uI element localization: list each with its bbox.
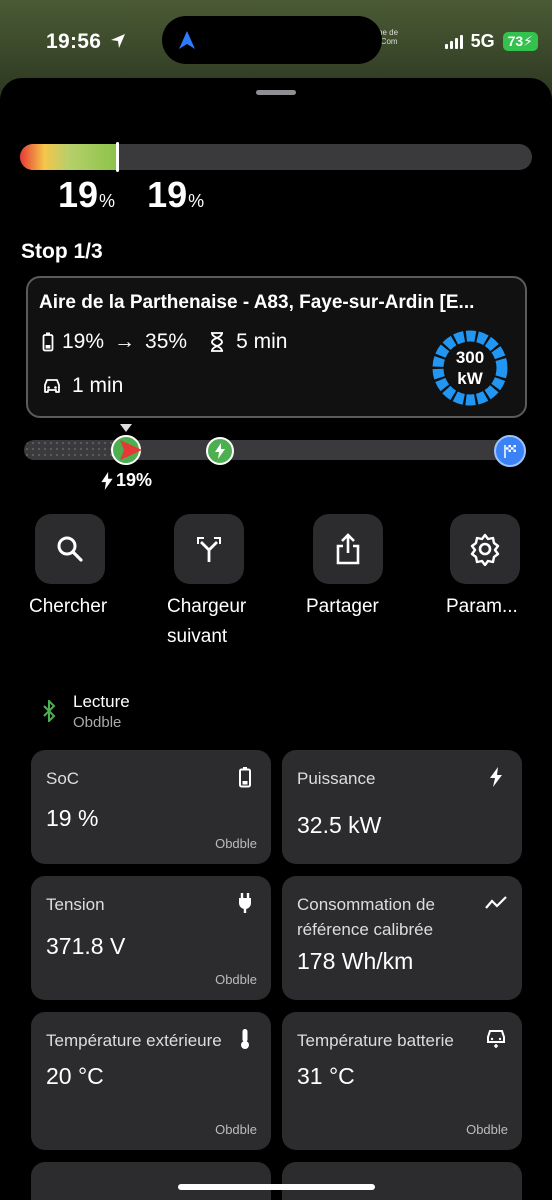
bolt-icon xyxy=(101,471,113,490)
battery-level: 73 xyxy=(507,33,524,49)
charger-power-value: 300 xyxy=(455,348,485,367)
bluetooth-title: Lecture xyxy=(73,692,130,711)
next-charger-button[interactable] xyxy=(174,514,244,584)
tile-consumption[interactable]: Consommation de référence calibrée 178 W… xyxy=(282,876,522,1000)
battery-icon xyxy=(239,767,251,788)
current-soc-unit: % xyxy=(99,191,116,211)
checkered-flag-icon xyxy=(504,445,516,458)
stop-card[interactable]: Aire de la Parthenaise - A83, Faye-sur-A… xyxy=(26,276,527,418)
bluetooth-status[interactable]: Lecture Obdble xyxy=(42,692,130,731)
action-search[interactable]: Chercher xyxy=(29,514,113,622)
home-indicator[interactable] xyxy=(178,1184,375,1190)
navigation-arrow-icon xyxy=(179,31,195,49)
tile-battery-temp[interactable]: Température batterie 31 °C Obdble xyxy=(282,1012,522,1150)
bluetooth-subtitle: Obdble xyxy=(73,714,122,731)
tile-value: 19 % xyxy=(46,805,99,831)
settings-label[interactable]: Param... xyxy=(446,592,546,622)
target-soc-unit: % xyxy=(188,191,205,211)
stop-name: Aire de la Parthenaise - A83, Faye-sur-A… xyxy=(39,292,475,313)
next-charger-label[interactable]: Chargeur suivant xyxy=(167,592,253,652)
bluetooth-text: Lecture Obdble xyxy=(56,692,130,731)
share-button[interactable] xyxy=(313,514,383,584)
target-soc: 19% xyxy=(147,174,204,216)
charger-power-unit: kW xyxy=(457,369,483,388)
tile-label: Température extérieure xyxy=(46,1031,222,1050)
trend-icon xyxy=(485,896,507,909)
thermometer-icon xyxy=(241,1029,249,1049)
action-settings[interactable]: Param... xyxy=(446,514,546,622)
charge-stop-marker[interactable] xyxy=(206,437,234,465)
stop-soc-from: 19% xyxy=(62,330,105,353)
car-soc-label: 19% xyxy=(100,470,152,491)
bolt-icon xyxy=(215,443,225,459)
soc-bar-marker xyxy=(116,142,120,172)
stop-arrow: → xyxy=(114,330,136,353)
tile-label: Tension xyxy=(46,895,105,914)
destination-marker[interactable] xyxy=(494,435,526,467)
tile-value: 178 Wh/km xyxy=(297,948,414,974)
signal-bars-icon xyxy=(444,34,463,49)
stop-charge-row: 19% → 35% 5 min xyxy=(42,330,287,354)
tile-power[interactable]: Puissance 32.5 kW xyxy=(282,750,522,864)
tile-source: Obdble xyxy=(215,1122,257,1137)
search-icon xyxy=(57,536,83,562)
soc-values: 19% 19% xyxy=(58,174,204,216)
stop-soc-to: 35% xyxy=(145,330,188,353)
tile-label: Température batterie xyxy=(297,1031,454,1050)
fork-arrows-icon xyxy=(197,537,221,562)
current-soc-value: 19 xyxy=(58,174,99,215)
status-time: 19:56 xyxy=(46,30,102,53)
car-position-marker[interactable] xyxy=(110,434,144,466)
stop-charge-time: 5 min xyxy=(236,330,288,353)
route-position-pointer xyxy=(120,424,132,432)
soc-bar-fill xyxy=(20,144,118,170)
tile-value: 31 °C xyxy=(297,1063,355,1089)
sheet-grabber[interactable] xyxy=(256,90,296,95)
search-label[interactable]: Chercher xyxy=(29,592,113,622)
stop-title: Stop 1/3 xyxy=(21,240,103,263)
charger-power: 300 kW xyxy=(431,329,509,407)
tile-value: 371.8 V xyxy=(46,933,126,959)
tile-outside-temp[interactable]: Température extérieure 20 °C Obdble xyxy=(31,1012,271,1150)
network-type: 5G xyxy=(470,31,495,51)
tile-partial-left[interactable] xyxy=(31,1162,271,1200)
tile-label: SoC xyxy=(46,769,80,788)
status-right: 5G 73⚡ xyxy=(444,31,538,52)
soc-bar xyxy=(20,144,532,170)
bottom-sheet: 19% 19% Stop 1/3 Aire de la Parthenaise … xyxy=(0,78,552,1200)
action-next-charger[interactable]: Chargeur suivant xyxy=(167,514,253,652)
tile-partial-right[interactable] xyxy=(282,1162,522,1200)
tile-source: Obdble xyxy=(215,836,257,851)
bolt-icon xyxy=(490,767,502,787)
settings-button[interactable] xyxy=(450,514,520,584)
plug-icon xyxy=(239,893,251,913)
gear-icon xyxy=(470,533,500,566)
tile-soc[interactable]: SoC 19 % Obdble xyxy=(31,750,271,864)
tile-voltage[interactable]: Tension 371.8 V Obdble xyxy=(31,876,271,1000)
hourglass-icon xyxy=(211,332,224,352)
bluetooth-icon xyxy=(43,700,56,722)
car-icon xyxy=(44,379,60,393)
tile-source: Obdble xyxy=(466,1122,508,1137)
battery-indicator: 73⚡ xyxy=(502,32,538,51)
tile-value: 20 °C xyxy=(46,1063,104,1089)
share-label[interactable]: Partager xyxy=(306,592,416,622)
target-soc-value: 19 xyxy=(147,174,188,215)
car-soc-value: 19% xyxy=(116,470,153,490)
battery-icon xyxy=(42,332,54,352)
current-soc: 19% xyxy=(58,174,115,216)
action-share[interactable]: Partager xyxy=(306,514,416,622)
share-icon xyxy=(336,533,360,565)
tile-label: Consommation de référence calibrée xyxy=(297,895,435,939)
tile-label: Puissance xyxy=(297,769,376,788)
location-arrow-icon xyxy=(111,34,125,48)
tile-source: Obdble xyxy=(215,972,257,987)
car-battery-icon xyxy=(487,1030,505,1048)
tile-value: 32.5 kW xyxy=(297,812,382,838)
stop-drive-time: 1 min xyxy=(72,374,124,397)
stop-drive-row: 1 min xyxy=(42,374,123,398)
search-button[interactable] xyxy=(35,514,105,584)
